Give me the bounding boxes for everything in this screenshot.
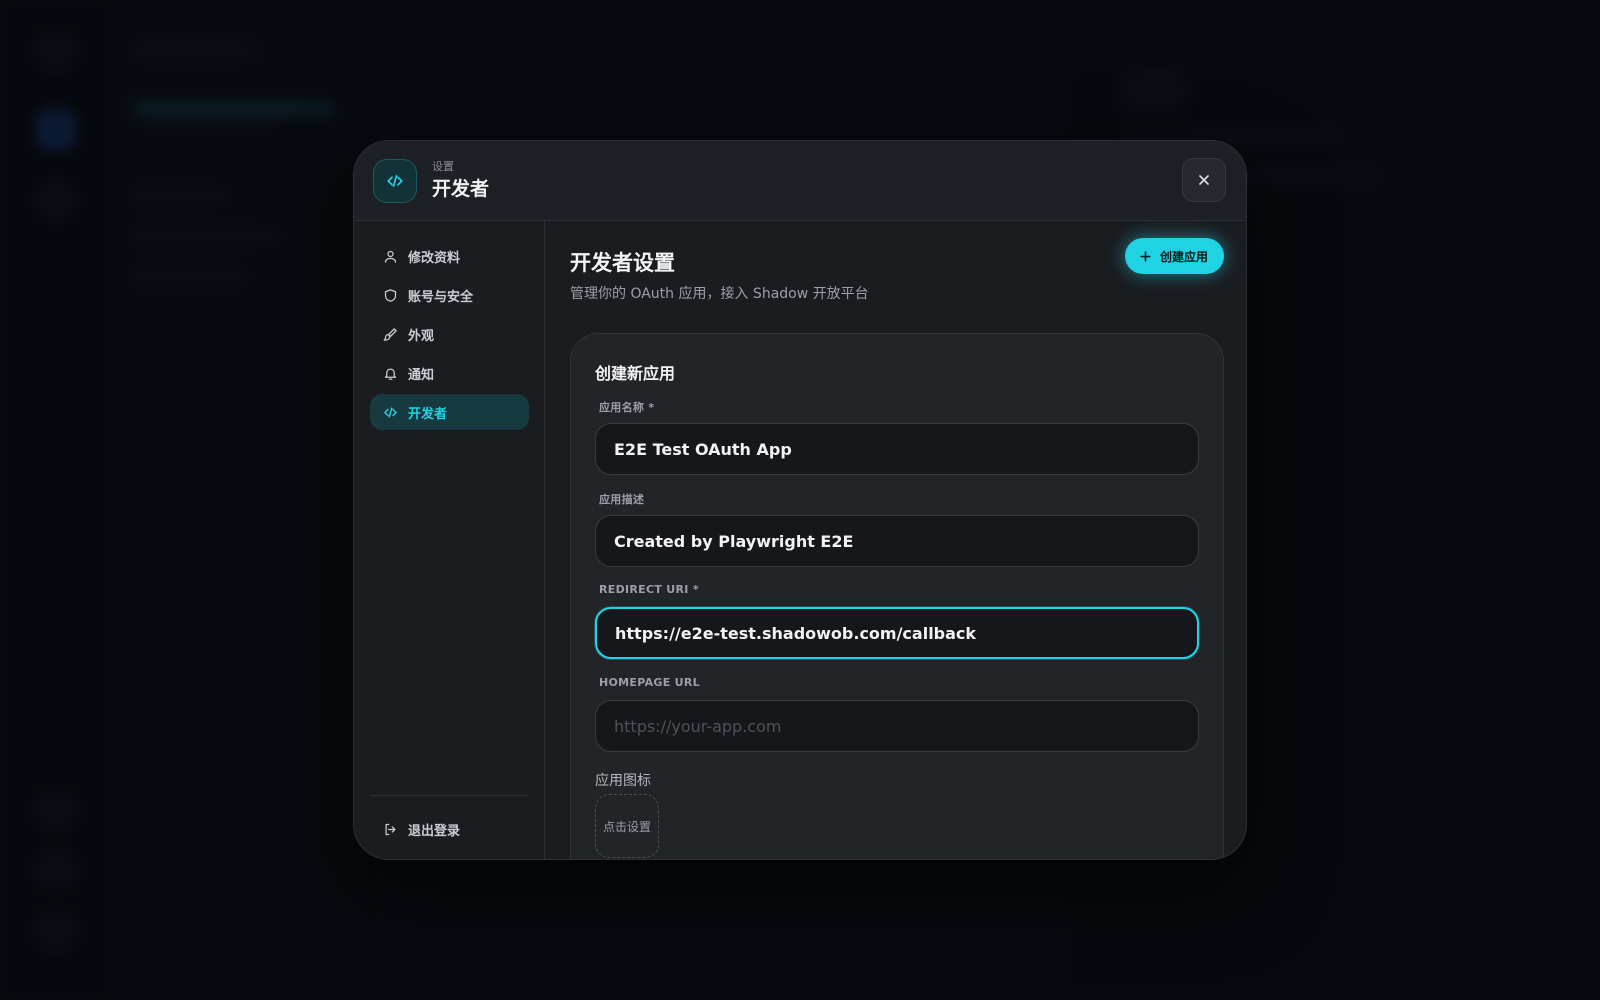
settings-modal: 设置 开发者 修改资料 账号与安全 外观 通知 开发者 退出登录 开发者设置 管…	[353, 140, 1247, 860]
close-icon	[1199, 175, 1209, 185]
developer-settings-panel: 开发者设置 管理你的 OAuth 应用，接入 Shadow 开放平台 创建应用 …	[546, 221, 1246, 859]
logout-label: 退出登录	[408, 823, 461, 839]
redirect-uri-label: REDIRECT URI *	[599, 583, 699, 596]
app-description-label: 应用描述	[599, 493, 645, 506]
user-icon	[382, 248, 398, 264]
app-icon-picker[interactable]: 点击设置	[595, 794, 659, 858]
sidebar-item-notifications[interactable]: 通知	[370, 355, 529, 391]
sidebar-item-label: 开发者	[408, 406, 448, 422]
settings-sidebar: 修改资料 账号与安全 外观 通知 开发者 退出登录	[354, 221, 545, 859]
modal-header: 设置 开发者	[354, 141, 1246, 221]
code-icon	[373, 159, 417, 203]
sidebar-item-developer[interactable]: 开发者	[370, 394, 529, 430]
sidebar-item-appearance[interactable]: 外观	[370, 316, 529, 352]
code-icon	[382, 404, 398, 420]
create-app-button[interactable]: 创建应用	[1124, 238, 1224, 274]
app-description-input[interactable]	[595, 515, 1199, 567]
sidebar-item-label: 外观	[408, 328, 435, 344]
redirect-uri-input[interactable]	[595, 607, 1199, 659]
logout-button[interactable]: 退出登录	[370, 811, 529, 847]
app-icon-picker-label: 点击设置	[602, 819, 651, 834]
app-name-input[interactable]	[595, 423, 1199, 475]
sidebar-item-label: 通知	[408, 367, 435, 383]
logout-icon	[382, 821, 398, 837]
page-subtitle: 管理你的 OAuth 应用，接入 Shadow 开放平台	[570, 286, 869, 302]
sidebar-divider	[370, 795, 529, 796]
create-app-form: 创建新应用 应用名称 * 应用描述 REDIRECT URI * HOMEPAG…	[570, 333, 1224, 859]
page-title: 开发者设置	[570, 251, 675, 275]
create-app-label: 创建应用	[1159, 249, 1208, 264]
close-button[interactable]	[1182, 158, 1226, 202]
homepage-url-input[interactable]	[595, 700, 1199, 752]
bell-icon	[382, 365, 398, 381]
sidebar-item-label: 账号与安全	[408, 289, 474, 305]
form-title: 创建新应用	[595, 364, 676, 383]
homepage-url-label: HOMEPAGE URL	[599, 676, 700, 689]
shield-icon	[382, 287, 398, 303]
header-subtitle: 设置	[432, 160, 454, 173]
plus-icon	[1140, 250, 1151, 262]
sidebar-item-profile[interactable]: 修改资料	[370, 238, 529, 274]
sidebar-item-label: 修改资料	[408, 250, 461, 266]
brush-icon	[382, 326, 398, 342]
header-title: 开发者	[432, 178, 490, 200]
app-icon-label: 应用图标	[595, 773, 651, 789]
app-name-label: 应用名称 *	[599, 401, 655, 414]
sidebar-item-security[interactable]: 账号与安全	[370, 277, 529, 313]
